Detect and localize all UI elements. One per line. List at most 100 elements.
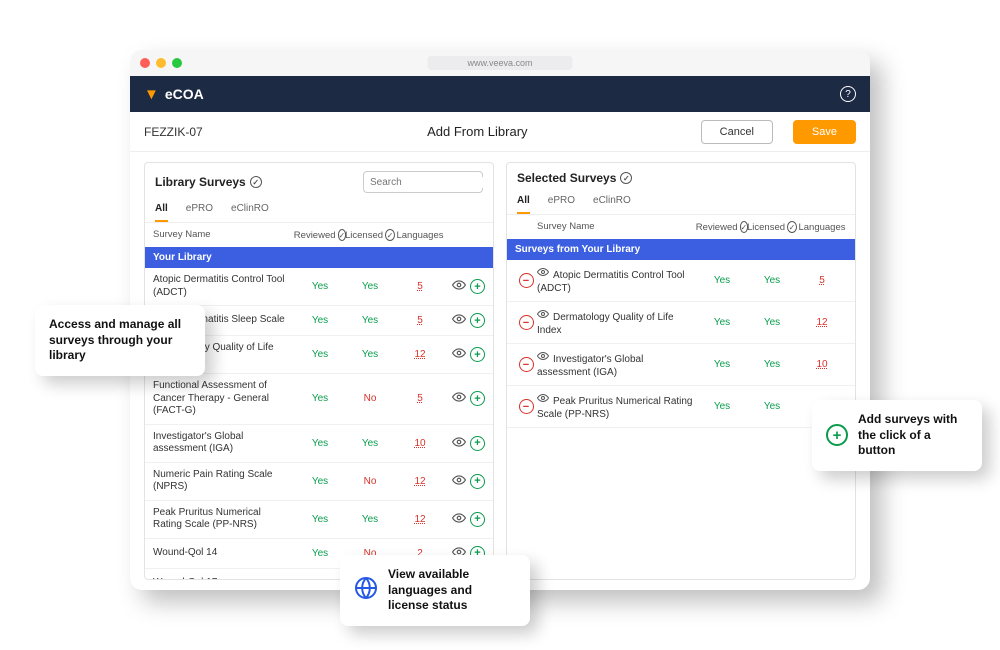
remove-button[interactable]: −	[519, 315, 534, 330]
survey-name: Atopic Dermatitis Control Tool (ADCT)	[537, 266, 697, 295]
callout-library: Access and manage all surveys through yo…	[35, 305, 205, 376]
add-button[interactable]: +	[470, 391, 485, 406]
reviewed-cell: Yes	[295, 476, 345, 487]
preview-icon[interactable]	[452, 435, 466, 452]
col-languages: Languages	[797, 221, 847, 233]
callout-text: View available languages and license sta…	[388, 567, 516, 614]
licensed-cell: No	[345, 476, 395, 487]
tab-all[interactable]: All	[155, 203, 168, 222]
table-row: −Dermatology Quality of Life IndexYesYes…	[507, 302, 855, 344]
page-title: Add From Library	[266, 124, 689, 139]
languages-link[interactable]: 12	[395, 349, 445, 360]
logo-icon: ▼	[144, 86, 159, 103]
tab-epro[interactable]: ePRO	[186, 203, 213, 222]
search-input[interactable]	[370, 177, 494, 188]
table-row: Numeric Pain Rating Scale (NPRS)YesNo12 +	[145, 463, 493, 501]
callout-add: + Add surveys with the click of a button	[812, 400, 982, 471]
preview-icon[interactable]	[452, 473, 466, 490]
reviewed-cell: Yes	[697, 401, 747, 412]
selected-rows: −Atopic Dermatitis Control Tool (ADCT)Ye…	[507, 260, 855, 579]
preview-icon[interactable]	[537, 350, 549, 365]
selected-tabs: All ePRO eClinRO	[507, 189, 855, 215]
tab-eclinro[interactable]: eClinRO	[593, 195, 631, 214]
info-icon[interactable]: ✓	[250, 176, 262, 188]
preview-icon[interactable]	[537, 308, 549, 323]
tab-epro[interactable]: ePRO	[548, 195, 575, 214]
preview-icon[interactable]	[452, 390, 466, 407]
reviewed-cell: Yes	[295, 393, 345, 404]
reviewed-cell: Yes	[697, 359, 747, 370]
col-licensed: Licensed✓	[345, 229, 395, 241]
languages-link[interactable]: 5	[395, 393, 445, 404]
table-row: Investigator's Global assessment (IGA) Ye…	[145, 425, 493, 463]
languages-link[interactable]: 5	[395, 315, 445, 326]
languages-link[interactable]: 10	[797, 359, 847, 370]
survey-name: Atopic Dermatitis Control Tool (ADCT)	[153, 274, 295, 299]
minimize-icon[interactable]	[156, 58, 166, 68]
add-button[interactable]: +	[470, 474, 485, 489]
brand-name: eCOA	[165, 86, 204, 102]
info-icon[interactable]: ✓	[787, 221, 797, 233]
reviewed-cell: Yes	[295, 315, 345, 326]
add-button[interactable]: +	[470, 512, 485, 527]
search-box[interactable]	[363, 171, 483, 193]
languages-link[interactable]: 5	[797, 275, 847, 286]
preview-icon[interactable]	[537, 266, 549, 281]
preview-icon[interactable]	[452, 278, 466, 295]
languages-link[interactable]: 12	[797, 317, 847, 328]
maximize-icon[interactable]	[172, 58, 182, 68]
remove-button[interactable]: −	[519, 273, 534, 288]
survey-name: Investigator's Global assessment (IGA)	[537, 350, 697, 379]
languages-link[interactable]: 12	[395, 476, 445, 487]
languages-link[interactable]: 5	[395, 281, 445, 292]
languages-link[interactable]: 10	[395, 438, 445, 449]
licensed-cell: Yes	[345, 438, 395, 449]
preview-icon[interactable]	[452, 312, 466, 329]
brand-bar: ▼ eCOA ?	[130, 76, 870, 112]
add-button[interactable]: +	[470, 279, 485, 294]
survey-name: Wound-Qol 14	[153, 547, 295, 560]
add-button[interactable]: +	[470, 347, 485, 362]
panels: Library Surveys ✓ All ePRO eClinRO	[130, 152, 870, 590]
remove-button[interactable]: −	[519, 357, 534, 372]
table-row: −Peak Pruritus Numerical Rating Scale (P…	[507, 386, 855, 428]
add-button[interactable]: +	[470, 436, 485, 451]
licensed-cell: Yes	[747, 275, 797, 286]
reviewed-cell: Yes	[697, 317, 747, 328]
survey-name: Peak Pruritus Numerical Rating Scale (PP…	[537, 392, 697, 421]
licensed-cell: Yes	[345, 281, 395, 292]
reviewed-cell: Yes	[697, 275, 747, 286]
licensed-cell: Yes	[345, 349, 395, 360]
info-icon[interactable]: ✓	[385, 229, 395, 241]
licensed-cell: Yes	[345, 315, 395, 326]
remove-button[interactable]: −	[519, 399, 534, 414]
survey-name: Numeric Pain Rating Scale (NPRS)	[153, 469, 295, 494]
close-icon[interactable]	[140, 58, 150, 68]
save-button[interactable]: Save	[793, 120, 856, 144]
col-reviewed: Reviewed✓	[697, 221, 747, 233]
study-id: FEZZIK-07	[144, 125, 254, 139]
preview-icon[interactable]	[452, 346, 466, 363]
selected-title: Selected Surveys ✓	[517, 171, 632, 185]
languages-link[interactable]: 12	[395, 514, 445, 525]
survey-name: Investigator's Global assessment (IGA)	[153, 431, 295, 456]
info-icon[interactable]: ✓	[620, 172, 632, 184]
library-title: Library Surveys ✓	[155, 175, 262, 189]
tab-all[interactable]: All	[517, 195, 530, 214]
globe-icon	[354, 576, 378, 605]
selected-panel: Selected Surveys ✓ All ePRO eClinRO Surv…	[506, 162, 856, 580]
col-survey-name: Survey Name	[153, 229, 295, 241]
library-column-header: Survey Name Reviewed✓ Licensed✓ Language…	[145, 223, 493, 247]
preview-icon[interactable]	[452, 511, 466, 528]
titlebar: www.veeva.com	[130, 50, 870, 76]
library-title-text: Library Surveys	[155, 175, 246, 189]
licensed-cell: Yes	[747, 359, 797, 370]
tab-eclinro[interactable]: eClinRO	[231, 203, 269, 222]
help-icon[interactable]: ?	[840, 86, 856, 102]
preview-icon[interactable]	[537, 392, 549, 407]
add-button[interactable]: +	[470, 313, 485, 328]
table-row: −Investigator's Global assessment (IGA)Y…	[507, 344, 855, 386]
cancel-button[interactable]: Cancel	[701, 120, 773, 144]
licensed-cell: No	[345, 393, 395, 404]
plus-icon: +	[826, 424, 848, 446]
